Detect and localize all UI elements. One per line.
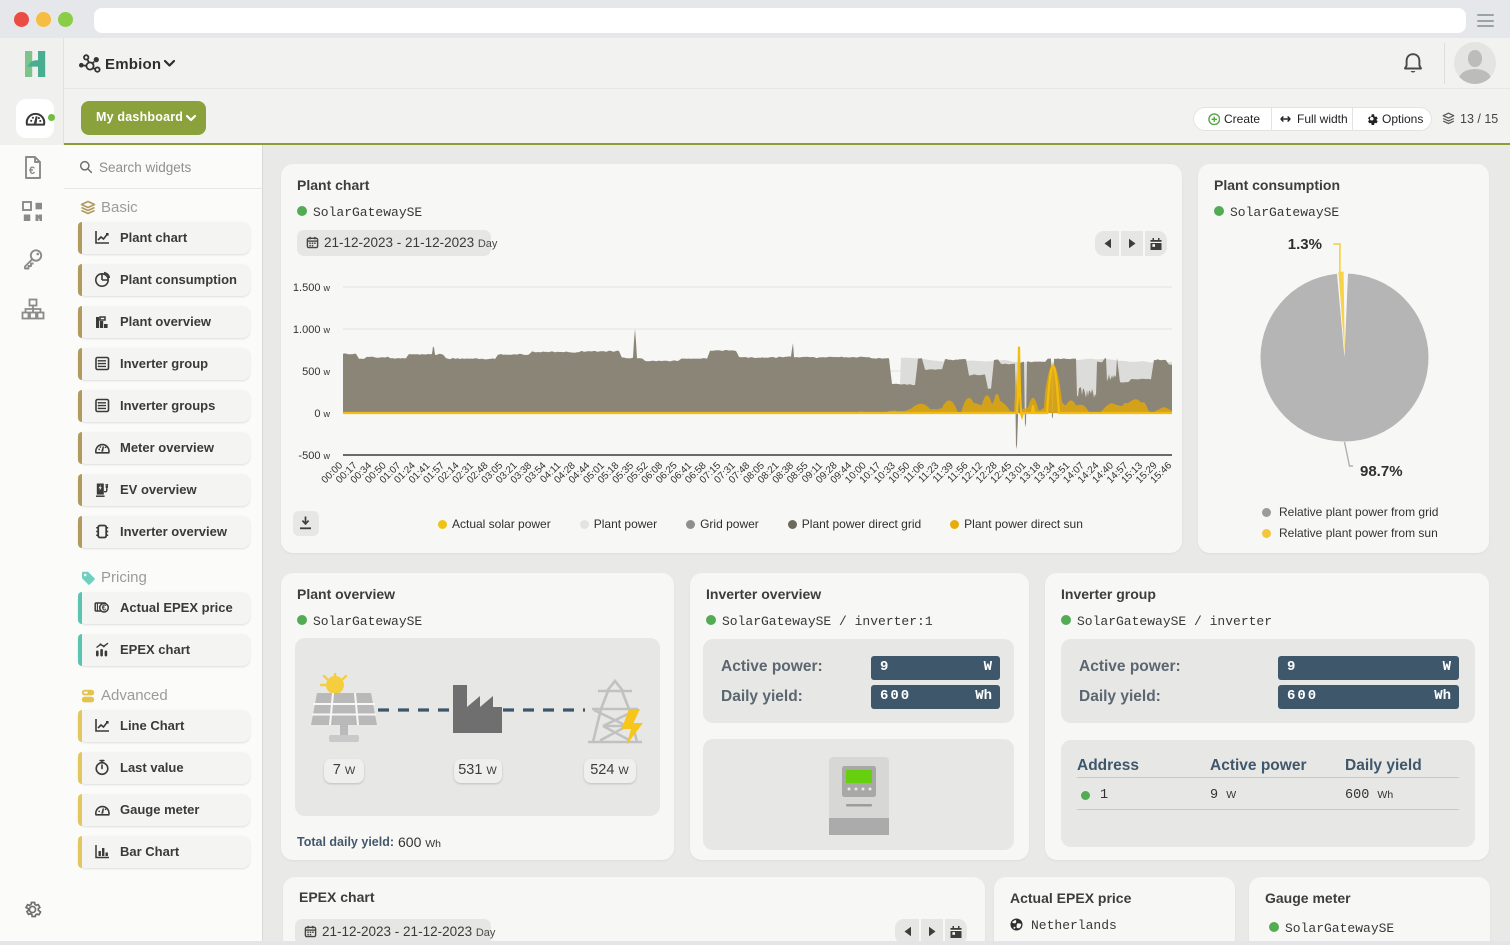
svg-text:1.3%: 1.3% [1288,236,1322,253]
svg-text:€: € [29,165,35,177]
svg-text:-500 w: -500 w [298,450,330,462]
svg-text:0 w: 0 w [314,408,330,420]
svg-text:1.500 w: 1.500 w [293,282,331,294]
svg-text:€: € [102,603,107,612]
svg-text:1.000 w: 1.000 w [293,324,331,336]
svg-text:98.7%: 98.7% [1360,463,1403,480]
svg-text:500 w: 500 w [302,366,330,378]
